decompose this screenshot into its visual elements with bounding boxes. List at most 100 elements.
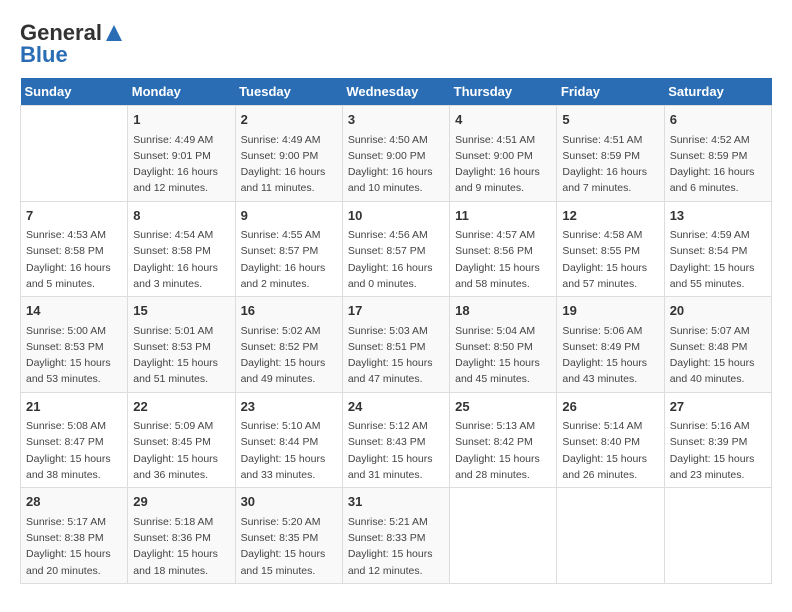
day-info: Sunrise: 5:10 AM Sunset: 8:44 PM Dayligh… bbox=[241, 418, 337, 483]
day-number: 20 bbox=[670, 301, 766, 321]
day-info: Sunrise: 4:51 AM Sunset: 9:00 PM Dayligh… bbox=[455, 132, 551, 197]
day-number: 10 bbox=[348, 206, 444, 226]
day-number: 1 bbox=[133, 110, 229, 130]
day-cell: 3Sunrise: 4:50 AM Sunset: 9:00 PM Daylig… bbox=[342, 106, 449, 202]
day-cell: 11Sunrise: 4:57 AM Sunset: 8:56 PM Dayli… bbox=[450, 201, 557, 297]
day-info: Sunrise: 5:14 AM Sunset: 8:40 PM Dayligh… bbox=[562, 418, 658, 483]
day-cell: 25Sunrise: 5:13 AM Sunset: 8:42 PM Dayli… bbox=[450, 392, 557, 488]
header: General Blue bbox=[20, 20, 772, 68]
week-row-2: 7Sunrise: 4:53 AM Sunset: 8:58 PM Daylig… bbox=[21, 201, 772, 297]
day-cell: 23Sunrise: 5:10 AM Sunset: 8:44 PM Dayli… bbox=[235, 392, 342, 488]
day-cell: 18Sunrise: 5:04 AM Sunset: 8:50 PM Dayli… bbox=[450, 297, 557, 393]
header-cell-wednesday: Wednesday bbox=[342, 78, 449, 106]
day-cell: 30Sunrise: 5:20 AM Sunset: 8:35 PM Dayli… bbox=[235, 488, 342, 584]
header-cell-saturday: Saturday bbox=[664, 78, 771, 106]
day-number: 25 bbox=[455, 397, 551, 417]
day-cell: 24Sunrise: 5:12 AM Sunset: 8:43 PM Dayli… bbox=[342, 392, 449, 488]
week-row-5: 28Sunrise: 5:17 AM Sunset: 8:38 PM Dayli… bbox=[21, 488, 772, 584]
day-number: 16 bbox=[241, 301, 337, 321]
day-cell bbox=[664, 488, 771, 584]
day-info: Sunrise: 5:16 AM Sunset: 8:39 PM Dayligh… bbox=[670, 418, 766, 483]
day-cell: 8Sunrise: 4:54 AM Sunset: 8:58 PM Daylig… bbox=[128, 201, 235, 297]
day-number: 15 bbox=[133, 301, 229, 321]
day-cell: 21Sunrise: 5:08 AM Sunset: 8:47 PM Dayli… bbox=[21, 392, 128, 488]
day-info: Sunrise: 4:55 AM Sunset: 8:57 PM Dayligh… bbox=[241, 227, 337, 292]
day-number: 14 bbox=[26, 301, 122, 321]
logo-icon bbox=[104, 23, 124, 43]
header-cell-sunday: Sunday bbox=[21, 78, 128, 106]
logo: General Blue bbox=[20, 20, 124, 68]
day-info: Sunrise: 5:13 AM Sunset: 8:42 PM Dayligh… bbox=[455, 418, 551, 483]
day-cell: 17Sunrise: 5:03 AM Sunset: 8:51 PM Dayli… bbox=[342, 297, 449, 393]
day-cell: 6Sunrise: 4:52 AM Sunset: 8:59 PM Daylig… bbox=[664, 106, 771, 202]
day-cell: 31Sunrise: 5:21 AM Sunset: 8:33 PM Dayli… bbox=[342, 488, 449, 584]
day-cell: 26Sunrise: 5:14 AM Sunset: 8:40 PM Dayli… bbox=[557, 392, 664, 488]
day-info: Sunrise: 5:07 AM Sunset: 8:48 PM Dayligh… bbox=[670, 323, 766, 388]
day-number: 9 bbox=[241, 206, 337, 226]
day-info: Sunrise: 4:54 AM Sunset: 8:58 PM Dayligh… bbox=[133, 227, 229, 292]
day-info: Sunrise: 5:06 AM Sunset: 8:49 PM Dayligh… bbox=[562, 323, 658, 388]
day-cell bbox=[557, 488, 664, 584]
week-row-4: 21Sunrise: 5:08 AM Sunset: 8:47 PM Dayli… bbox=[21, 392, 772, 488]
day-number: 2 bbox=[241, 110, 337, 130]
day-info: Sunrise: 5:04 AM Sunset: 8:50 PM Dayligh… bbox=[455, 323, 551, 388]
day-number: 7 bbox=[26, 206, 122, 226]
day-info: Sunrise: 5:17 AM Sunset: 8:38 PM Dayligh… bbox=[26, 514, 122, 579]
day-number: 22 bbox=[133, 397, 229, 417]
day-cell: 2Sunrise: 4:49 AM Sunset: 9:00 PM Daylig… bbox=[235, 106, 342, 202]
day-info: Sunrise: 4:58 AM Sunset: 8:55 PM Dayligh… bbox=[562, 227, 658, 292]
day-number: 8 bbox=[133, 206, 229, 226]
day-cell: 15Sunrise: 5:01 AM Sunset: 8:53 PM Dayli… bbox=[128, 297, 235, 393]
day-info: Sunrise: 5:03 AM Sunset: 8:51 PM Dayligh… bbox=[348, 323, 444, 388]
day-number: 4 bbox=[455, 110, 551, 130]
day-info: Sunrise: 5:01 AM Sunset: 8:53 PM Dayligh… bbox=[133, 323, 229, 388]
day-number: 6 bbox=[670, 110, 766, 130]
day-info: Sunrise: 4:49 AM Sunset: 9:00 PM Dayligh… bbox=[241, 132, 337, 197]
day-number: 11 bbox=[455, 206, 551, 226]
day-number: 21 bbox=[26, 397, 122, 417]
day-info: Sunrise: 4:59 AM Sunset: 8:54 PM Dayligh… bbox=[670, 227, 766, 292]
day-cell: 5Sunrise: 4:51 AM Sunset: 8:59 PM Daylig… bbox=[557, 106, 664, 202]
week-row-1: 1Sunrise: 4:49 AM Sunset: 9:01 PM Daylig… bbox=[21, 106, 772, 202]
header-cell-thursday: Thursday bbox=[450, 78, 557, 106]
day-number: 17 bbox=[348, 301, 444, 321]
day-cell: 22Sunrise: 5:09 AM Sunset: 8:45 PM Dayli… bbox=[128, 392, 235, 488]
day-cell: 27Sunrise: 5:16 AM Sunset: 8:39 PM Dayli… bbox=[664, 392, 771, 488]
day-cell: 13Sunrise: 4:59 AM Sunset: 8:54 PM Dayli… bbox=[664, 201, 771, 297]
day-info: Sunrise: 4:49 AM Sunset: 9:01 PM Dayligh… bbox=[133, 132, 229, 197]
day-number: 19 bbox=[562, 301, 658, 321]
day-number: 18 bbox=[455, 301, 551, 321]
day-number: 3 bbox=[348, 110, 444, 130]
day-cell: 19Sunrise: 5:06 AM Sunset: 8:49 PM Dayli… bbox=[557, 297, 664, 393]
day-info: Sunrise: 4:51 AM Sunset: 8:59 PM Dayligh… bbox=[562, 132, 658, 197]
day-number: 28 bbox=[26, 492, 122, 512]
day-info: Sunrise: 5:09 AM Sunset: 8:45 PM Dayligh… bbox=[133, 418, 229, 483]
day-cell bbox=[21, 106, 128, 202]
day-info: Sunrise: 4:50 AM Sunset: 9:00 PM Dayligh… bbox=[348, 132, 444, 197]
day-info: Sunrise: 4:52 AM Sunset: 8:59 PM Dayligh… bbox=[670, 132, 766, 197]
header-cell-tuesday: Tuesday bbox=[235, 78, 342, 106]
day-number: 5 bbox=[562, 110, 658, 130]
calendar-table: SundayMondayTuesdayWednesdayThursdayFrid… bbox=[20, 78, 772, 584]
day-cell: 14Sunrise: 5:00 AM Sunset: 8:53 PM Dayli… bbox=[21, 297, 128, 393]
day-info: Sunrise: 4:56 AM Sunset: 8:57 PM Dayligh… bbox=[348, 227, 444, 292]
day-cell: 12Sunrise: 4:58 AM Sunset: 8:55 PM Dayli… bbox=[557, 201, 664, 297]
day-cell bbox=[450, 488, 557, 584]
day-number: 29 bbox=[133, 492, 229, 512]
calendar-header-row: SundayMondayTuesdayWednesdayThursdayFrid… bbox=[21, 78, 772, 106]
day-cell: 4Sunrise: 4:51 AM Sunset: 9:00 PM Daylig… bbox=[450, 106, 557, 202]
day-cell: 29Sunrise: 5:18 AM Sunset: 8:36 PM Dayli… bbox=[128, 488, 235, 584]
day-cell: 28Sunrise: 5:17 AM Sunset: 8:38 PM Dayli… bbox=[21, 488, 128, 584]
day-cell: 20Sunrise: 5:07 AM Sunset: 8:48 PM Dayli… bbox=[664, 297, 771, 393]
day-info: Sunrise: 5:12 AM Sunset: 8:43 PM Dayligh… bbox=[348, 418, 444, 483]
day-info: Sunrise: 4:53 AM Sunset: 8:58 PM Dayligh… bbox=[26, 227, 122, 292]
day-info: Sunrise: 5:00 AM Sunset: 8:53 PM Dayligh… bbox=[26, 323, 122, 388]
day-number: 27 bbox=[670, 397, 766, 417]
day-info: Sunrise: 5:08 AM Sunset: 8:47 PM Dayligh… bbox=[26, 418, 122, 483]
day-info: Sunrise: 5:18 AM Sunset: 8:36 PM Dayligh… bbox=[133, 514, 229, 579]
header-cell-monday: Monday bbox=[128, 78, 235, 106]
day-info: Sunrise: 5:20 AM Sunset: 8:35 PM Dayligh… bbox=[241, 514, 337, 579]
week-row-3: 14Sunrise: 5:00 AM Sunset: 8:53 PM Dayli… bbox=[21, 297, 772, 393]
day-number: 26 bbox=[562, 397, 658, 417]
day-number: 24 bbox=[348, 397, 444, 417]
